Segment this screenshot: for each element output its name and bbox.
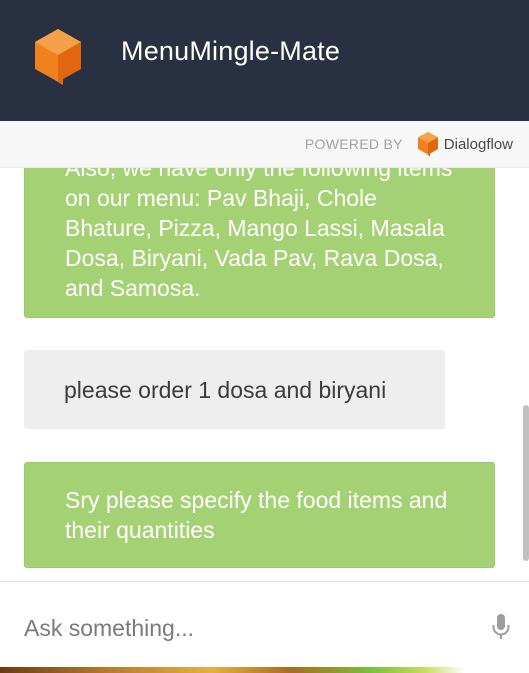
input-bar (0, 581, 529, 668)
message-input[interactable] (22, 610, 466, 646)
app-header: MenuMingle-Mate (0, 0, 529, 121)
bot-message-text: Sry please specify the food items and th… (65, 487, 448, 543)
bot-message: Sry please specify the food items and th… (24, 462, 495, 568)
dialogflow-cube-icon (35, 29, 81, 85)
bot-message: Also, we have only the following items o… (24, 167, 495, 318)
chat-window[interactable]: Also, we have only the following items o… (0, 167, 529, 581)
app-title: MenuMingle-Mate (121, 36, 341, 66)
bot-message-text: Also, we have only the following items o… (65, 167, 453, 301)
powered-by-label: POWERED BY (304, 136, 403, 152)
user-message: please order 1 dosa and biryani (24, 350, 445, 429)
microphone-icon[interactable] (491, 613, 511, 641)
background-image-strip (0, 667, 529, 673)
dialogflow-brand-name: Dialogflow (443, 135, 513, 153)
dialogflow-icon (417, 132, 438, 157)
chat-scrollbar[interactable] (523, 405, 529, 561)
powered-by-bar: POWERED BY Dialogflow (0, 121, 529, 168)
user-message-text: please order 1 dosa and biryani (64, 376, 387, 403)
